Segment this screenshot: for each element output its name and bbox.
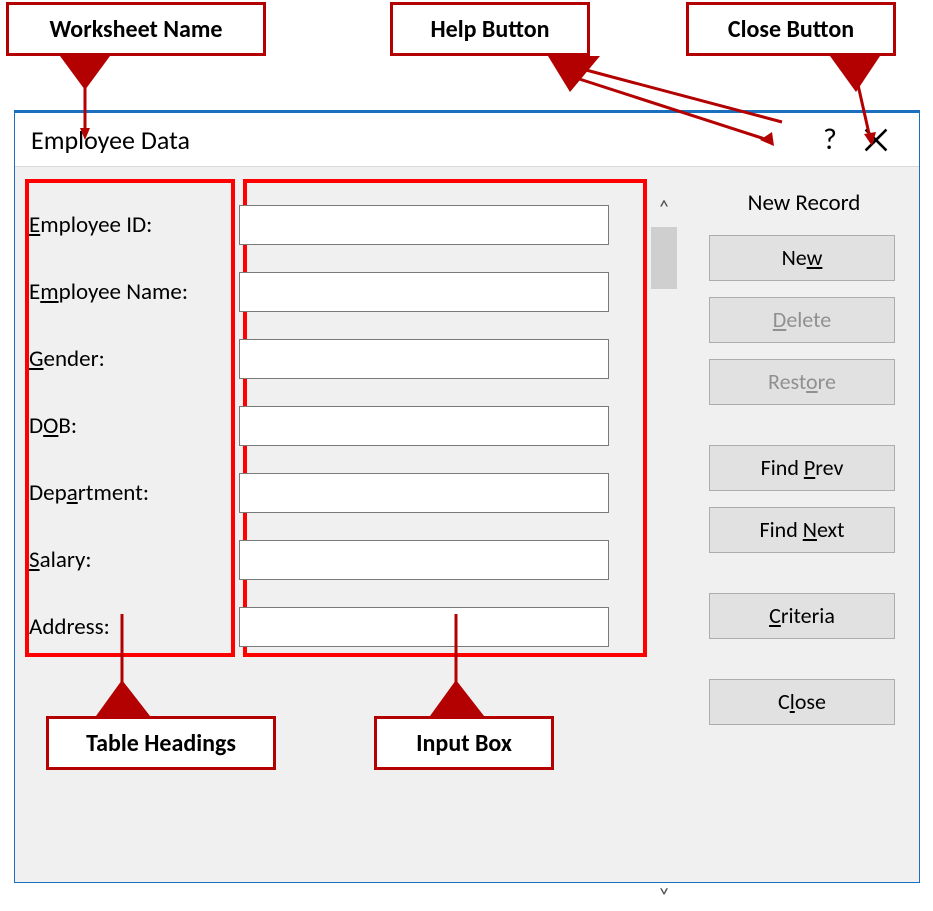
- new-button[interactable]: New: [709, 235, 895, 281]
- record-indicator: New Record: [709, 189, 899, 217]
- input-salary[interactable]: [239, 540, 609, 580]
- restore-button: Restore: [709, 359, 895, 405]
- find-next-button[interactable]: Find Next: [709, 507, 895, 553]
- input-department[interactable]: [239, 473, 609, 513]
- find-prev-button[interactable]: Find Prev: [709, 445, 895, 491]
- help-button[interactable]: ?: [807, 120, 853, 160]
- annotation-close-button: Close Button: [686, 2, 896, 56]
- annotation-worksheet-name: Worksheet Name: [6, 2, 266, 56]
- input-gender[interactable]: [239, 339, 609, 379]
- scroll-down-icon[interactable]: ˅: [647, 879, 681, 911]
- label-salary: Salary:: [29, 546, 239, 574]
- input-employee-id[interactable]: [239, 205, 609, 245]
- annotation-help-button: Help Button: [390, 2, 590, 56]
- form-fields: Employee ID: Employee Name: Gender:: [29, 191, 641, 660]
- criteria-button[interactable]: Criteria: [709, 593, 895, 639]
- annotation-table-headings: Table Headings: [46, 716, 276, 770]
- label-gender: Gender:: [29, 345, 239, 373]
- close-icon: [863, 127, 889, 153]
- label-employee-id: Employee ID:: [29, 211, 239, 239]
- annotation-input-box: Input Box: [374, 716, 554, 770]
- delete-button: Delete: [709, 297, 895, 343]
- dialog-title: Employee Data: [31, 124, 807, 156]
- record-scrollbar[interactable]: ˄ ˅: [647, 191, 681, 911]
- input-employee-name[interactable]: [239, 272, 609, 312]
- input-address[interactable]: [239, 607, 609, 647]
- input-dob[interactable]: [239, 406, 609, 446]
- label-dob: DOB:: [29, 412, 239, 440]
- close-form-button[interactable]: Close: [709, 679, 895, 725]
- titlebar: Employee Data ?: [15, 113, 919, 167]
- close-window-button[interactable]: [853, 120, 899, 160]
- button-column: New Record New Delete Restore Find Prev …: [709, 189, 899, 741]
- scroll-thumb[interactable]: [651, 227, 677, 289]
- scroll-up-icon[interactable]: ˄: [647, 191, 681, 223]
- label-employee-name: Employee Name:: [29, 278, 239, 306]
- label-department: Department:: [29, 479, 239, 507]
- label-address: Address:: [29, 613, 239, 641]
